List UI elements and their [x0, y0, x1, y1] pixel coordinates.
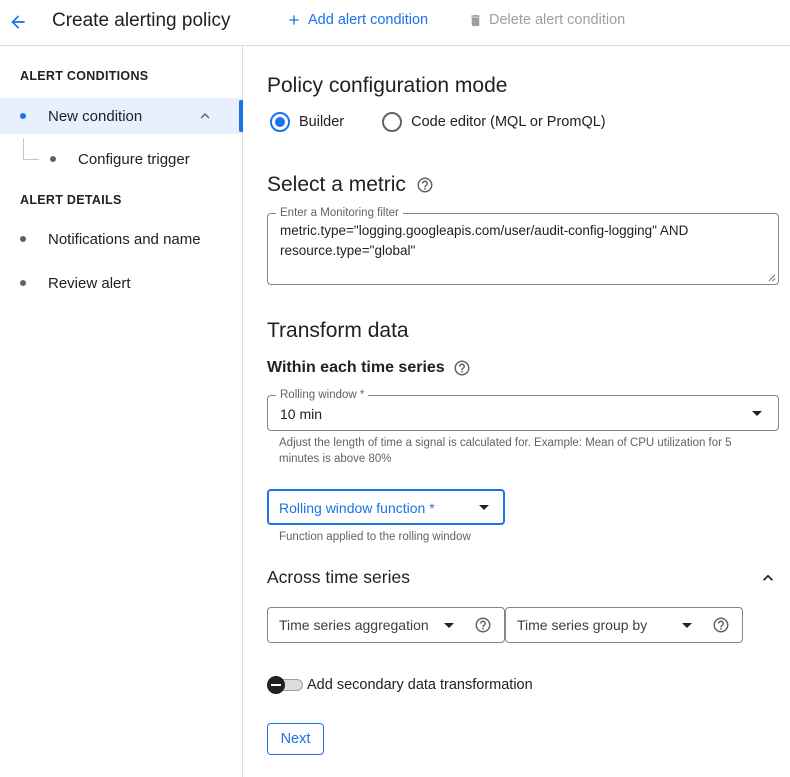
- toggle-knob: [267, 676, 285, 694]
- mode-title: Policy configuration mode: [267, 74, 508, 97]
- help-icon[interactable]: [416, 176, 434, 194]
- code-editor-radio[interactable]: [382, 112, 403, 132]
- rolling-window-function-label: Rolling window function *: [279, 500, 435, 516]
- time-series-group-by-select[interactable]: Time series group by: [505, 607, 743, 643]
- rolling-window-hint: Adjust the length of time a signal is ca…: [279, 437, 732, 465]
- within-time-series-title: Within each time series: [267, 359, 471, 377]
- within-time-series-label: Within each time series: [267, 359, 445, 377]
- sidebar-item-label: Notifications and name: [48, 230, 201, 248]
- chevron-up-icon[interactable]: [196, 107, 214, 125]
- select-metric-title: Select a metric: [267, 173, 434, 197]
- sidebar-item-label: New condition: [48, 107, 143, 125]
- add-alert-condition-label: Add alert condition: [308, 12, 429, 28]
- sidebar-item-new-condition[interactable]: New condition: [0, 98, 243, 134]
- next-button[interactable]: Next: [267, 723, 324, 755]
- dropdown-arrow-icon: [682, 623, 692, 628]
- arrow-back-icon: [11, 15, 25, 29]
- trash-icon: [471, 14, 480, 26]
- resize-handle-icon[interactable]: [767, 273, 776, 282]
- chevron-up-icon[interactable]: [758, 568, 778, 588]
- dropdown-arrow-icon: [479, 505, 489, 510]
- secondary-transformation-label: Add secondary data transformation: [307, 677, 533, 693]
- help-icon[interactable]: [712, 616, 730, 634]
- sidebar-item-notifications[interactable]: Notifications and name: [0, 221, 242, 257]
- plus-icon: [289, 15, 299, 25]
- alert-conditions-heading: ALERT CONDITIONS: [20, 69, 149, 83]
- step-dot: [50, 156, 56, 162]
- aggregation-label: Time series aggregation: [279, 617, 429, 633]
- transform-title: Transform data: [267, 319, 409, 342]
- dropdown-arrow-icon: [444, 623, 454, 628]
- builder-radio-label[interactable]: Builder: [299, 114, 344, 130]
- sidebar: ALERT CONDITIONS New condition Configure…: [0, 46, 243, 777]
- help-icon[interactable]: [453, 359, 471, 377]
- rolling-window-function-select[interactable]: Rolling window function *: [267, 489, 505, 525]
- add-alert-condition-button[interactable]: Add alert condition: [286, 12, 428, 28]
- rolling-window-value: 10 min: [280, 406, 323, 422]
- rolling-window-select[interactable]: Rolling window * 10 min: [267, 389, 779, 431]
- sidebar-item-review[interactable]: Review alert: [0, 265, 242, 301]
- sidebar-item-configure-trigger[interactable]: Configure trigger: [0, 141, 242, 177]
- step-dot: [20, 236, 26, 242]
- time-series-aggregation-select[interactable]: Time series aggregation: [267, 607, 505, 643]
- filter-value[interactable]: metric.type="logging.googleapis.com/user…: [280, 221, 766, 261]
- alert-details-heading: ALERT DETAILS: [20, 193, 122, 207]
- step-dot: [20, 113, 26, 119]
- dropdown-arrow-icon: [752, 411, 762, 416]
- step-dot: [20, 280, 26, 286]
- delete-alert-condition-button[interactable]: Delete alert condition: [468, 12, 625, 28]
- builder-radio[interactable]: [270, 112, 290, 132]
- secondary-transformation-toggle[interactable]: [267, 676, 303, 694]
- mode-radio-group: Builder Code editor (MQL or PromQL): [270, 112, 606, 132]
- main-content: Policy configuration mode Builder Code e…: [243, 46, 790, 777]
- back-button[interactable]: [6, 10, 30, 34]
- rolling-window-legend: Rolling window *: [276, 389, 369, 401]
- across-time-series-title: Across time series: [267, 567, 410, 587]
- code-editor-radio-label[interactable]: Code editor (MQL or PromQL): [411, 114, 605, 130]
- sidebar-item-label: Configure trigger: [78, 150, 190, 168]
- delete-alert-condition-label: Delete alert condition: [489, 12, 626, 28]
- group-by-label: Time series group by: [517, 617, 648, 633]
- sidebar-item-label: Review alert: [48, 274, 131, 292]
- select-metric-label: Select a metric: [267, 173, 406, 196]
- page-title: Create alerting policy: [52, 10, 231, 31]
- monitoring-filter-textarea[interactable]: Enter a Monitoring filter metric.type="l…: [267, 207, 779, 285]
- filter-legend: Enter a Monitoring filter: [276, 207, 403, 219]
- help-icon[interactable]: [474, 616, 492, 634]
- rolling-window-function-hint: Function applied to the rolling window: [279, 531, 471, 543]
- top-bar: Create alerting policy Add alert conditi…: [0, 0, 790, 46]
